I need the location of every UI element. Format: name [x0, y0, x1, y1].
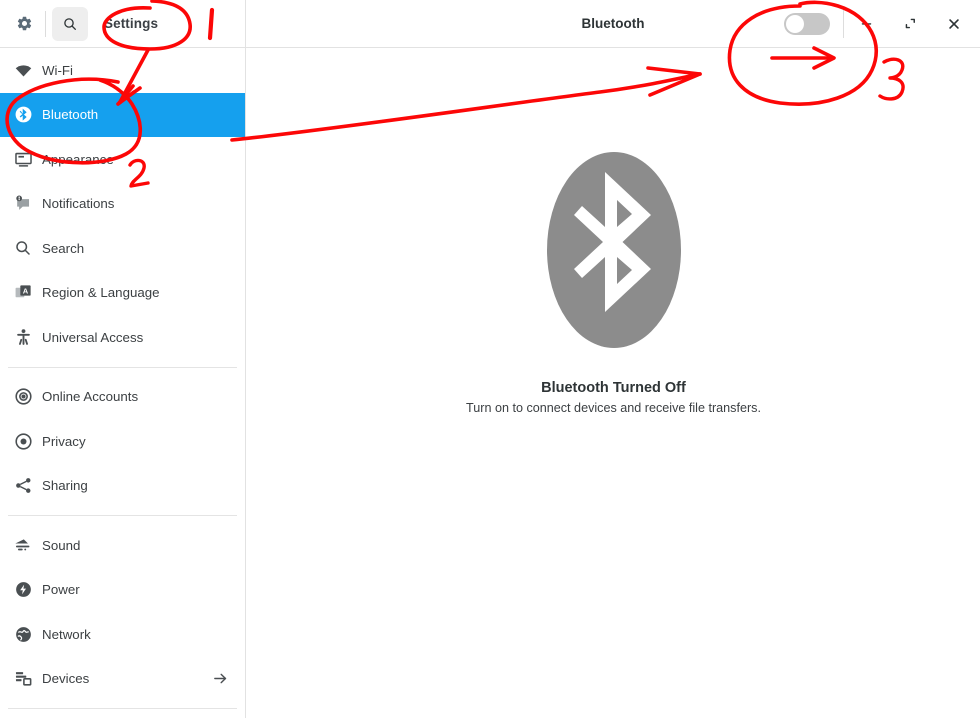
sidebar-item-label: Search — [42, 240, 85, 256]
bluetooth-icon — [12, 104, 34, 126]
sidebar-item-devices[interactable]: Devices — [0, 657, 245, 702]
devices-icon — [12, 668, 34, 690]
sidebar-item-sound[interactable]: Sound — [0, 523, 245, 568]
universal-access-icon — [12, 326, 34, 348]
bluetooth-toggle[interactable] — [784, 13, 830, 35]
window-controls — [844, 0, 976, 47]
sidebar-item-label: Appearance — [42, 151, 114, 167]
online-accounts-icon — [12, 386, 34, 408]
sidebar-item-label: Notifications — [42, 196, 115, 212]
appearance-icon — [12, 148, 34, 170]
sidebar-item-network[interactable]: Network — [0, 612, 245, 657]
power-icon — [12, 579, 34, 601]
sidebar-item-notifications[interactable]: Notifications — [0, 182, 245, 227]
sidebar-item-label: Bluetooth — [42, 107, 99, 123]
sidebar-item-wifi[interactable]: Wi-Fi — [0, 48, 245, 93]
sidebar[interactable]: Wi-Fi Bluetooth Appearance Notifications… — [0, 48, 246, 718]
sidebar-item-label: Online Accounts — [42, 389, 139, 405]
sidebar-item-region-language[interactable]: A Region & Language — [0, 271, 245, 316]
bluetooth-status-title: Bluetooth Turned Off — [541, 379, 686, 396]
search-icon[interactable] — [52, 6, 88, 41]
privacy-icon — [12, 430, 34, 452]
sidebar-divider — [8, 366, 237, 368]
sidebar-item-label: Sound — [42, 537, 81, 553]
app-title: Settings — [104, 16, 159, 31]
sidebar-item-power[interactable]: Power — [0, 568, 245, 613]
sidebar-divider — [8, 708, 237, 709]
sidebar-item-label: Region & Language — [42, 285, 160, 301]
main-content: Bluetooth Turned Off Turn on to connect … — [247, 48, 980, 718]
sidebar-item-universal-access[interactable]: Universal Access — [0, 315, 245, 360]
close-button[interactable] — [932, 1, 976, 47]
sidebar-item-label: Network — [42, 626, 91, 642]
toggle-knob — [786, 15, 804, 33]
settings-window: Settings Bluetooth Wi-Fi Bluetooth Appea… — [0, 0, 980, 718]
sidebar-item-appearance[interactable]: Appearance — [0, 137, 245, 182]
sidebar-item-bluetooth[interactable]: Bluetooth — [0, 92, 245, 137]
network-icon — [12, 623, 34, 645]
wifi-icon — [12, 59, 34, 81]
sidebar-item-label: Privacy — [42, 433, 86, 449]
sidebar-item-label: Wi-Fi — [42, 62, 74, 78]
sidebar-item-label: Sharing — [42, 478, 88, 494]
toolbar-divider — [45, 10, 46, 37]
bluetooth-logo-icon — [546, 151, 681, 348]
bluetooth-status-subtitle: Turn on to connect devices and receive f… — [466, 400, 761, 415]
chevron-right-icon — [212, 670, 229, 687]
sharing-icon — [12, 475, 34, 497]
notifications-icon — [12, 193, 34, 215]
sidebar-item-online-accounts[interactable]: Online Accounts — [0, 375, 245, 420]
sidebar-item-privacy[interactable]: Privacy — [0, 419, 245, 464]
title-bar: Settings Bluetooth — [0, 0, 980, 48]
bluetooth-status-panel: Bluetooth Turned Off Turn on to connect … — [247, 48, 980, 518]
title-bar-left: Settings — [0, 0, 246, 47]
sidebar-divider — [8, 515, 237, 516]
sidebar-item-sharing[interactable]: Sharing — [0, 464, 245, 509]
sidebar-item-label: Universal Access — [42, 329, 144, 345]
maximize-button[interactable] — [888, 1, 932, 47]
svg-text:A: A — [22, 287, 28, 296]
gear-icon[interactable] — [7, 7, 41, 41]
sidebar-item-label: Devices — [42, 671, 90, 687]
region-language-icon: A — [12, 282, 34, 304]
sidebar-item-label: Power — [42, 582, 80, 598]
sidebar-item-search[interactable]: Search — [0, 226, 245, 271]
sound-icon — [12, 534, 34, 556]
search-icon — [12, 237, 34, 259]
minimize-button[interactable] — [844, 1, 888, 47]
